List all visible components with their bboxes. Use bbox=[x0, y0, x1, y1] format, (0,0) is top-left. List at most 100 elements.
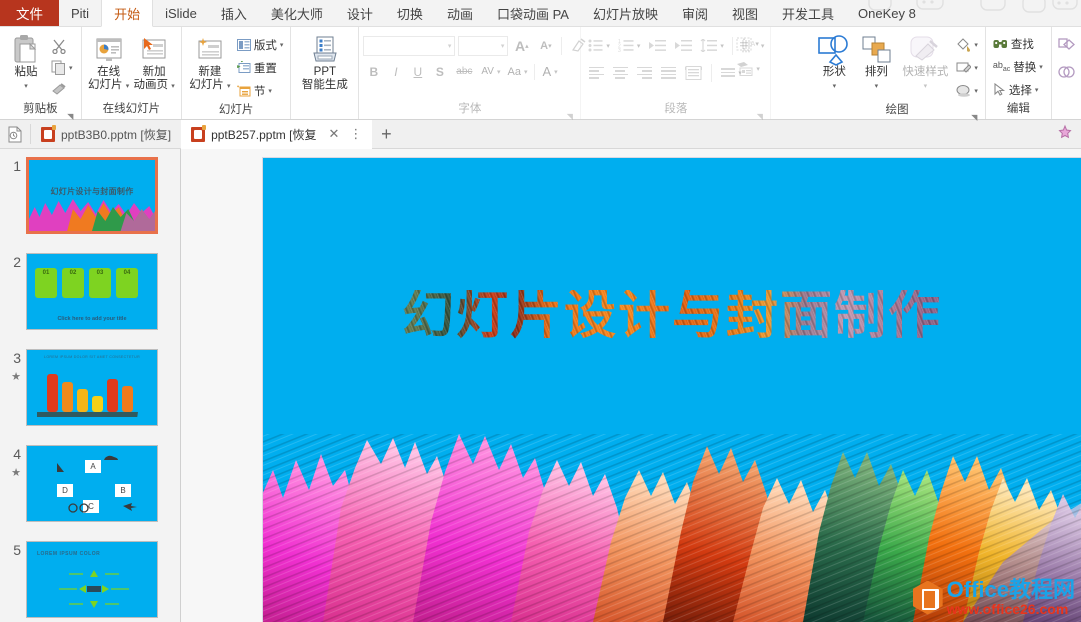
tab-animation[interactable]: 动画 bbox=[435, 0, 485, 26]
tab-view[interactable]: 视图 bbox=[720, 0, 770, 26]
smartart-button[interactable]: ▾ bbox=[733, 58, 763, 79]
more-options-icon[interactable]: ⋮ bbox=[349, 126, 362, 142]
new-tab-button[interactable]: + bbox=[372, 124, 400, 145]
tab-beautify[interactable]: 美化大师 bbox=[259, 0, 335, 26]
document-tab-2[interactable]: pptB257.pptm [恢复 ✕ ⋮ bbox=[181, 120, 372, 149]
strikethrough-button[interactable]: abc bbox=[451, 61, 477, 82]
align-right-icon bbox=[637, 67, 652, 79]
thumbnail-slide-1[interactable]: 幻灯片设计与封面制作 bbox=[26, 157, 158, 234]
pin-button[interactable] bbox=[1057, 124, 1073, 145]
thumbnail-row-1[interactable]: 1 幻灯片设计与封面制作 bbox=[0, 149, 180, 245]
thumbnail-slide-4[interactable]: A B C D bbox=[26, 445, 158, 522]
replace-button[interactable]: abac 替换 ▾ bbox=[990, 56, 1046, 77]
tab-review[interactable]: 审阅 bbox=[670, 0, 720, 26]
shape-intersect-button[interactable] bbox=[1056, 61, 1077, 82]
bullets-button[interactable]: ▾ bbox=[585, 35, 613, 56]
document-history-button[interactable] bbox=[0, 126, 30, 143]
change-case-button[interactable]: Aa ▾ bbox=[504, 61, 530, 82]
section-button[interactable]: 节 ▾ bbox=[234, 80, 287, 101]
align-text-button[interactable]: ▾ bbox=[733, 33, 763, 54]
format-painter-button[interactable] bbox=[48, 79, 69, 100]
current-slide[interactable]: 幻灯片设计与封面制作 bbox=[262, 157, 1081, 622]
shrink-font-button[interactable]: A▾ bbox=[535, 35, 556, 56]
clipboard-icon bbox=[12, 34, 40, 66]
tab-file[interactable]: 文件 bbox=[0, 0, 59, 26]
font-size-input[interactable]: ▾ bbox=[458, 36, 508, 56]
underline-button[interactable]: U bbox=[407, 61, 428, 82]
text-shadow-button[interactable]: S bbox=[429, 61, 450, 82]
tab-insert[interactable]: 插入 bbox=[209, 0, 259, 26]
slide-thumbnail-pane[interactable]: 1 幻灯片设计与封面制作 2 01 02 03 04 bbox=[0, 149, 180, 622]
select-button[interactable]: 选择 ▾ bbox=[990, 79, 1042, 100]
grow-font-button[interactable]: A▴ bbox=[511, 35, 532, 56]
close-icon[interactable]: ✕ bbox=[328, 126, 339, 142]
tab-slideshow[interactable]: 幻灯片放映 bbox=[581, 0, 670, 26]
tab-transition[interactable]: 切换 bbox=[385, 0, 435, 26]
shape-fill-icon bbox=[956, 38, 971, 52]
font-dialog-launcher[interactable]: ◥ bbox=[565, 107, 574, 116]
tab-pocket-animation[interactable]: 口袋动画 PA bbox=[485, 0, 581, 26]
bold-button[interactable]: B bbox=[363, 61, 384, 82]
tab-devtools[interactable]: 开发工具 bbox=[770, 0, 846, 26]
tab-design[interactable]: 设计 bbox=[335, 0, 385, 26]
font-color-button[interactable]: A ▾ bbox=[539, 61, 560, 82]
tab-home[interactable]: 开始 bbox=[101, 0, 153, 27]
tab-piti[interactable]: Piti bbox=[59, 0, 101, 26]
increase-indent-button[interactable] bbox=[671, 35, 695, 56]
justify-button[interactable] bbox=[657, 62, 679, 83]
drawing-dialog-launcher[interactable]: ◥ bbox=[970, 108, 979, 117]
thumbnail-slide-3[interactable]: LOREM IPSUM DOLOR SIT AMET CONSECTETUR bbox=[26, 349, 158, 426]
font-name-input[interactable]: ▾ bbox=[363, 36, 455, 56]
shapes-button[interactable]: 形状▾ bbox=[813, 32, 855, 95]
thumbnail-row-4[interactable]: 4 ★ A B C D bbox=[0, 437, 180, 533]
thumbnail-row-3[interactable]: 3 ★ LOREM IPSUM DOLOR SIT AMET CONSECTET… bbox=[0, 341, 180, 437]
thumbnail-row-5[interactable]: 5 LOREM IPSUM COLOR bbox=[0, 533, 180, 622]
thumbnail-slide-5[interactable]: LOREM IPSUM COLOR bbox=[26, 541, 158, 618]
thumbnail-pane-divider[interactable] bbox=[180, 149, 181, 622]
new-slide-label-2: 幻灯片 bbox=[189, 79, 224, 91]
tab-home-label: 开始 bbox=[114, 4, 140, 23]
distribute-button[interactable] bbox=[681, 62, 705, 83]
paragraph-separator-2 bbox=[711, 64, 712, 82]
tab-onekey[interactable]: OneKey 8 bbox=[846, 0, 928, 26]
reset-button[interactable]: 重置 bbox=[234, 57, 287, 78]
new-slide-button[interactable]: 新建 幻灯片 ▾ bbox=[186, 32, 234, 95]
paragraph-dialog-launcher[interactable]: ◥ bbox=[755, 107, 764, 116]
thumbnail-row-2[interactable]: 2 01 02 03 04 Click here to add your tit… bbox=[0, 245, 180, 341]
layout-button[interactable]: 版式 ▾ bbox=[234, 34, 287, 55]
tab-islide[interactable]: iSlide bbox=[153, 0, 209, 26]
shape-merge-icon bbox=[1058, 38, 1075, 54]
line-spacing-button[interactable]: ▾ bbox=[697, 35, 727, 56]
group-label-ppt-generate bbox=[295, 100, 354, 119]
decrease-indent-button[interactable] bbox=[645, 35, 669, 56]
group-label-slides: 幻灯片 bbox=[186, 101, 287, 120]
character-spacing-button[interactable]: AV ▾ bbox=[478, 61, 503, 82]
online-slide-button[interactable]: 在线 幻灯片 ▾ bbox=[86, 32, 132, 95]
group-label-clipboard: 剪贴板 ◥ bbox=[4, 100, 77, 119]
find-button[interactable]: 查找 bbox=[990, 33, 1037, 54]
italic-button[interactable]: I bbox=[385, 61, 406, 82]
clipboard-dialog-launcher[interactable]: ◥ bbox=[66, 107, 75, 116]
increase-indent-icon bbox=[675, 39, 692, 52]
shape-fill-button[interactable]: ▾ bbox=[953, 34, 981, 55]
slide-title[interactable]: 幻灯片设计与封面制作 bbox=[372, 290, 972, 342]
add-animation-page-button[interactable]: 新加 动画页 ▾ bbox=[131, 32, 177, 95]
shape-merge-button[interactable] bbox=[1056, 35, 1077, 56]
shape-effects-button[interactable]: ▾ bbox=[953, 80, 981, 101]
paste-button[interactable]: 粘贴▾ bbox=[4, 32, 48, 95]
cut-button[interactable] bbox=[48, 35, 69, 56]
document-tab-1[interactable]: pptB3B0.pptm [恢复] bbox=[31, 120, 181, 149]
thumbnail-slide-2[interactable]: 01 02 03 04 Click here to add your title bbox=[26, 253, 158, 330]
align-center-button[interactable] bbox=[609, 62, 631, 83]
arrange-button[interactable]: 排列▾ bbox=[855, 32, 897, 95]
align-left-button[interactable] bbox=[585, 62, 607, 83]
ppt-generate-button[interactable]: PPT 智能生成 bbox=[295, 32, 354, 94]
copy-button[interactable]: ▾ bbox=[48, 57, 76, 78]
align-right-button[interactable] bbox=[633, 62, 655, 83]
thumbnail-5-title: LOREM IPSUM COLOR bbox=[37, 551, 100, 557]
group-label-paragraph: 段落 ◥ bbox=[585, 100, 766, 119]
group-label-font: 字体 ◥ bbox=[363, 100, 576, 119]
shape-outline-button[interactable]: ▾ bbox=[953, 57, 981, 78]
quick-styles-button[interactable]: 快速样式▾ bbox=[897, 32, 953, 95]
numbering-button[interactable]: 123 ▾ bbox=[615, 35, 644, 56]
